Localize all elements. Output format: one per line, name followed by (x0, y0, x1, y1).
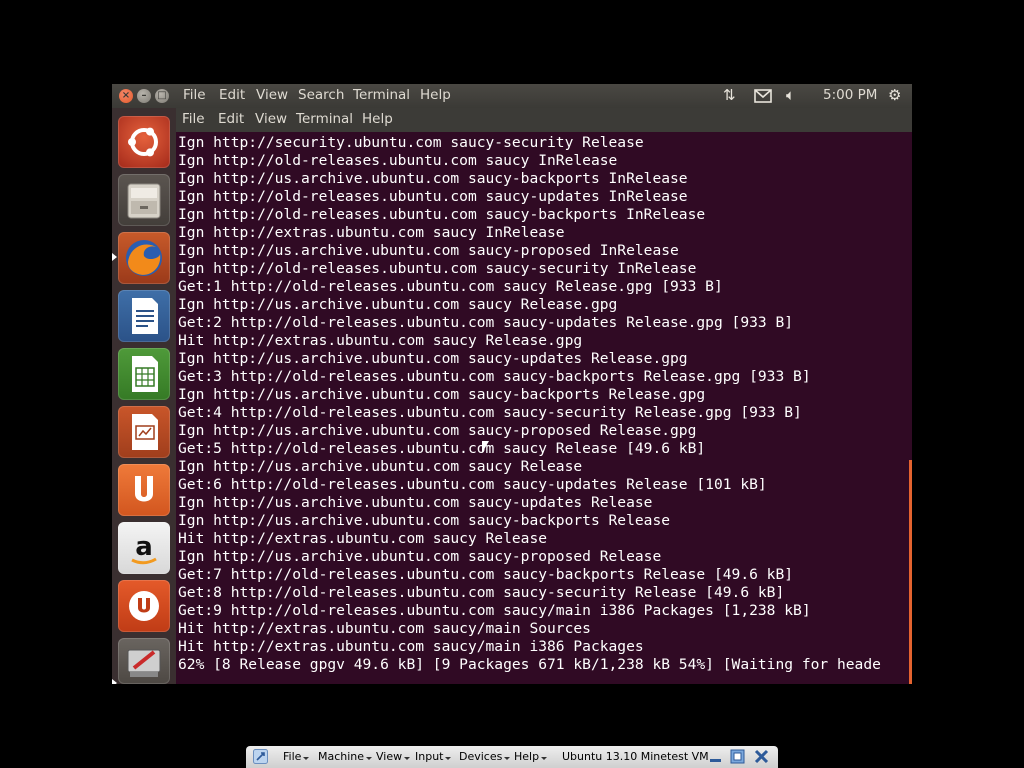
terminal-line: Get:5 http://old-releases.ubuntu.com sau… (178, 440, 706, 457)
virtualbox-toolbar: File Machine View Input Devices Help Ubu… (246, 746, 778, 768)
firefox-icon[interactable] (118, 232, 170, 284)
vm-screen: × – □ File Edit View Search Terminal Hel… (112, 84, 912, 684)
terminal-line: Ign http://us.archive.ubuntu.com saucy-b… (178, 512, 671, 529)
libreoffice-impress-icon[interactable] (118, 406, 170, 458)
launcher: a (112, 108, 176, 684)
terminal-menu-terminal[interactable]: Terminal (296, 111, 353, 127)
network-icon[interactable]: ⇅ (723, 86, 736, 104)
top-menu-edit[interactable]: Edit (219, 87, 245, 103)
clock[interactable]: 5:00 PM (823, 87, 877, 103)
terminal-line: Ign http://old-releases.ubuntu.com saucy… (178, 206, 706, 223)
terminal-line: Hit http://extras.ubuntu.com saucy Relea… (178, 332, 583, 349)
terminal-output: Ign http://security.ubuntu.com saucy-sec… (178, 134, 881, 674)
vm-title: Ubuntu 13.10 Minetest VM (562, 750, 709, 763)
terminal-line: Get:2 http://old-releases.ubuntu.com sau… (178, 314, 794, 331)
terminal-menubar: File Edit View Terminal Help (176, 108, 912, 132)
terminal-line: Ign http://us.archive.ubuntu.com saucy-p… (178, 242, 679, 259)
terminal-line: Get:7 http://old-releases.ubuntu.com sau… (178, 566, 794, 583)
vbox-menu-help[interactable]: Help (514, 750, 547, 763)
vbox-menu-devices[interactable]: Devices (459, 750, 510, 763)
minimize-vm-icon[interactable] (708, 749, 723, 764)
ubuntu-one-icon[interactable] (118, 580, 170, 632)
libreoffice-calc-icon[interactable] (118, 348, 170, 400)
terminal-line: Ign http://old-releases.ubuntu.com saucy… (178, 152, 618, 169)
terminal-line: Ign http://us.archive.ubuntu.com saucy-u… (178, 494, 653, 511)
terminal-line: Ign http://us.archive.ubuntu.com saucy-p… (178, 548, 662, 565)
terminal-scrollbar[interactable] (909, 460, 912, 684)
top-menu-view[interactable]: View (256, 87, 288, 103)
terminal-line: Ign http://us.archive.ubuntu.com saucy-b… (178, 170, 688, 187)
ubuntu-dash-icon[interactable] (118, 116, 170, 168)
pin-icon[interactable] (253, 749, 268, 764)
terminal-line: Ign http://us.archive.ubuntu.com saucy R… (178, 458, 583, 475)
terminal-line: Ign http://us.archive.ubuntu.com saucy-p… (178, 422, 697, 439)
terminal-line: Hit http://extras.ubuntu.com saucy Relea… (178, 530, 548, 547)
software-updater-icon[interactable] (118, 638, 170, 684)
volume-icon[interactable]: 🔈︎ (786, 86, 795, 104)
terminal-line: Ign http://security.ubuntu.com saucy-sec… (178, 134, 644, 151)
files-icon[interactable] (118, 174, 170, 226)
mouse-cursor (481, 440, 489, 453)
terminal-line: Ign http://us.archive.ubuntu.com saucy-u… (178, 350, 688, 367)
close-vm-icon[interactable] (754, 749, 769, 764)
terminal-area[interactable]: Ign http://security.ubuntu.com saucy-sec… (176, 132, 912, 684)
vbox-menu-file[interactable]: File (283, 750, 309, 763)
terminal-line: Get:4 http://old-releases.ubuntu.com sau… (178, 404, 802, 421)
terminal-line: 62% [8 Release gpgv 49.6 kB] [9 Packages… (178, 656, 881, 673)
window-minimize-button[interactable]: – (137, 89, 151, 103)
window-close-button[interactable]: × (119, 89, 133, 103)
power-icon[interactable]: ⚙︎ (888, 86, 901, 104)
top-menu-file[interactable]: File (183, 87, 206, 103)
terminal-line: Get:6 http://old-releases.ubuntu.com sau… (178, 476, 767, 493)
terminal-line: Get:9 http://old-releases.ubuntu.com sau… (178, 602, 811, 619)
terminal-menu-edit[interactable]: Edit (218, 111, 244, 127)
terminal-menu-help[interactable]: Help (362, 111, 393, 127)
top-menu-help[interactable]: Help (420, 87, 451, 103)
top-panel: × – □ File Edit View Search Terminal Hel… (112, 84, 912, 108)
libreoffice-writer-icon[interactable] (118, 290, 170, 342)
vbox-menu-view[interactable]: View (376, 750, 410, 763)
mail-icon[interactable] (754, 86, 772, 107)
terminal-line: Ign http://old-releases.ubuntu.com saucy… (178, 188, 688, 205)
terminal-line: Hit http://extras.ubuntu.com saucy/main … (178, 638, 644, 655)
running-indicator (112, 679, 117, 684)
ubuntu-software-center-icon[interactable] (118, 464, 170, 516)
terminal-line: Hit http://extras.ubuntu.com saucy/main … (178, 620, 591, 637)
exit-fullscreen-icon[interactable] (730, 749, 745, 764)
top-menu-terminal[interactable]: Terminal (353, 87, 410, 103)
terminal-menu-view[interactable]: View (255, 111, 287, 127)
terminal-line: Get:8 http://old-releases.ubuntu.com sau… (178, 584, 785, 601)
svg-text:a: a (135, 532, 153, 562)
window-maximize-button[interactable]: □ (155, 89, 169, 103)
terminal-line: Ign http://us.archive.ubuntu.com saucy-b… (178, 386, 706, 403)
amazon-icon[interactable]: a (118, 522, 170, 574)
terminal-line: Ign http://us.archive.ubuntu.com saucy R… (178, 296, 618, 313)
terminal-line: Ign http://extras.ubuntu.com saucy InRel… (178, 224, 565, 241)
top-menu-search[interactable]: Search (298, 87, 344, 103)
terminal-menu-file[interactable]: File (182, 111, 205, 127)
terminal-line: Get:3 http://old-releases.ubuntu.com sau… (178, 368, 811, 385)
vbox-menu-input[interactable]: Input (415, 750, 451, 763)
terminal-line: Get:1 http://old-releases.ubuntu.com sau… (178, 278, 723, 295)
vbox-menu-machine[interactable]: Machine (318, 750, 372, 763)
running-indicator (112, 253, 117, 261)
terminal-line: Ign http://old-releases.ubuntu.com saucy… (178, 260, 697, 277)
